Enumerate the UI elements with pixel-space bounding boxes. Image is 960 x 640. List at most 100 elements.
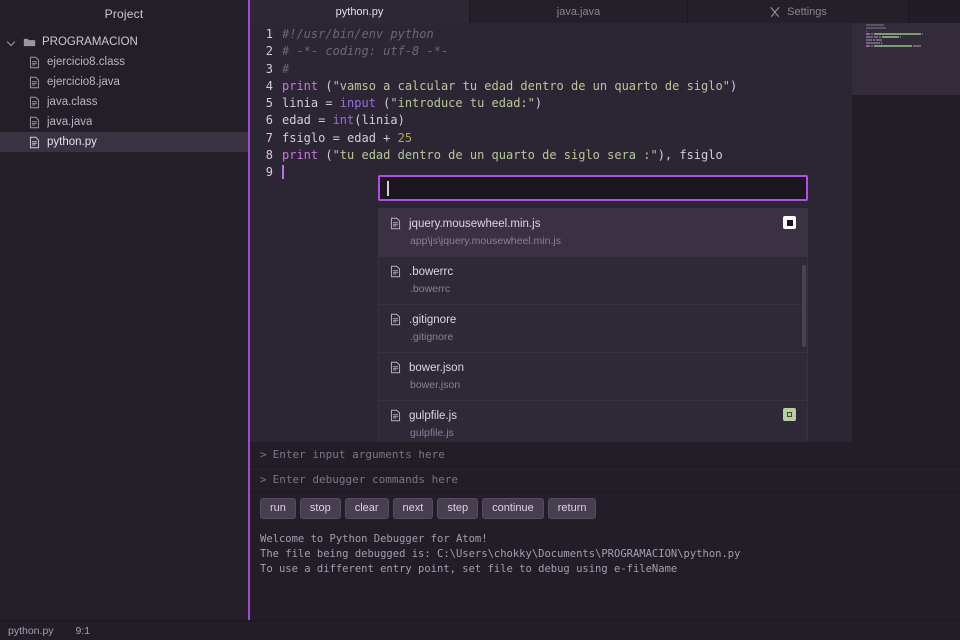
fuzzy-result-path: app\js\jquery.mousewheel.min.js: [410, 235, 561, 247]
code-editor[interactable]: 1 2 3 4 5 6 7 8 9 #!/usr/bin/env python #…: [250, 23, 960, 442]
code-token: print: [282, 148, 319, 163]
file-icon: [29, 56, 40, 68]
minimap-token: [866, 45, 871, 47]
fuzzy-result-name: .gitignore: [409, 313, 457, 326]
line-number: 6: [265, 113, 273, 128]
minimap-token: [872, 39, 876, 41]
tools-icon: [770, 6, 780, 17]
project-sidebar: Project PROGRAMACION ejercicio8.class ej…: [0, 0, 250, 620]
minimap-token: [921, 33, 923, 35]
minimap-token: [876, 39, 883, 41]
code-right-filler: [807, 23, 852, 442]
input-arguments-placeholder: Enter input arguments here: [272, 447, 445, 461]
fuzzy-result-main: bower.json: [389, 361, 797, 374]
minimap-token: [866, 39, 872, 41]
line-number-gutter: 1 2 3 4 5 6 7 8 9: [250, 26, 282, 182]
code-token: edad =: [282, 113, 333, 128]
fuzzy-result-item[interactable]: .bowerrc .bowerrc: [379, 257, 807, 305]
debugger-console-output: Welcome to Python Debugger for Atom! The…: [260, 533, 741, 575]
minimap-token: [880, 42, 883, 44]
file-status-badge[interactable]: [783, 216, 796, 229]
minimap-line: [866, 30, 960, 32]
tab-settings[interactable]: Settings: [688, 0, 909, 23]
tab-label: java.java: [556, 5, 601, 18]
continue-button[interactable]: continue: [482, 497, 544, 519]
sidebar-title: Project: [104, 7, 144, 21]
file-icon: [390, 409, 401, 422]
clear-button[interactable]: clear: [344, 497, 389, 519]
code-token: linia =: [282, 96, 340, 111]
status-filename[interactable]: python.py: [8, 625, 54, 637]
code-token: "vamso a calcular tu edad dentro de un q…: [332, 78, 730, 93]
minimap-line: [866, 45, 960, 47]
file-icon: [390, 313, 401, 326]
code-token: int: [332, 113, 355, 128]
line-number: 4: [265, 78, 273, 93]
return-button[interactable]: return: [547, 497, 597, 519]
input-arguments-row[interactable]: > Enter input arguments here: [250, 442, 960, 467]
fuzzy-finder-input-wrap[interactable]: [378, 175, 808, 201]
file-status-badge[interactable]: [783, 408, 796, 421]
tab-java-java[interactable]: java.java: [470, 0, 688, 23]
code-token: fsiglo = edad +: [282, 130, 398, 145]
minimap-token: [866, 33, 871, 35]
next-button[interactable]: next: [392, 497, 434, 519]
fuzzy-finder-results[interactable]: jquery.mousewheel.min.js app\js\jquery.m…: [378, 208, 808, 442]
minimap-line: [866, 39, 960, 41]
file-icon: [390, 217, 401, 230]
code-token: (: [375, 96, 391, 111]
prompt-icon: >: [260, 447, 267, 461]
debugger-commands-placeholder: Enter debugger commands here: [272, 472, 459, 486]
tree-item-python-py[interactable]: python.py: [0, 132, 248, 152]
prompt-icon: >: [260, 472, 267, 486]
fuzzy-result-path: gulpfile.js: [410, 427, 454, 439]
tree-root-programacion[interactable]: PROGRAMACION: [0, 32, 248, 52]
fuzzy-result-item[interactable]: jquery.mousewheel.min.js app\js\jquery.m…: [379, 209, 807, 257]
line-number: 5: [265, 96, 273, 111]
code-token: (: [318, 78, 333, 93]
debugger-button-row: run stop clear next step continue return: [250, 492, 960, 524]
minimap-line: [866, 24, 960, 26]
project-tree: PROGRAMACION ejercicio8.class ejercicio8…: [0, 30, 248, 152]
fuzzy-result-main: .bowerrc: [389, 265, 797, 278]
fuzzy-result-item[interactable]: gulpfile.js gulpfile.js: [379, 401, 807, 442]
fuzzy-result-item[interactable]: bower.json bower.json: [379, 353, 807, 401]
tree-item-ejercicio8-class[interactable]: ejercicio8.class: [0, 52, 248, 72]
fuzzy-result-item[interactable]: .gitignore .gitignore: [379, 305, 807, 353]
results-scrollbar[interactable]: [802, 265, 806, 347]
code-token: input: [339, 96, 376, 111]
minimap-token: [899, 36, 901, 38]
minimap-token: [871, 33, 873, 35]
fuzzy-finder-input[interactable]: [388, 181, 799, 195]
code-token: print: [282, 78, 319, 93]
code-token: #: [282, 61, 290, 76]
code-token: ), fsiglo: [657, 148, 723, 163]
stop-button[interactable]: stop: [299, 497, 341, 519]
tree-item-label: java.java: [47, 116, 93, 128]
tree-item-ejercicio8-java[interactable]: ejercicio8.java: [0, 72, 248, 92]
fuzzy-result-main: gulpfile.js: [389, 409, 797, 422]
file-icon: [29, 96, 40, 108]
minimap-token: [866, 24, 884, 26]
chevron-down-icon[interactable]: [8, 38, 17, 47]
tab-python-py[interactable]: python.py: [250, 0, 470, 23]
tree-item-java-class[interactable]: java.class: [0, 92, 248, 112]
minimap-line: [866, 42, 960, 44]
fuzzy-finder-panel: jquery.mousewheel.min.js app\js\jquery.m…: [378, 175, 808, 442]
tree-item-label: python.py: [47, 136, 97, 148]
tree-item-java-java[interactable]: java.java: [0, 112, 248, 132]
fuzzy-result-main: .gitignore: [389, 313, 797, 326]
fuzzy-result-name: .bowerrc: [409, 265, 454, 278]
debugger-commands-row[interactable]: > Enter debugger commands here: [250, 467, 960, 492]
code-minimap[interactable]: [852, 23, 960, 95]
tree-root-label: PROGRAMACION: [42, 36, 138, 48]
run-button[interactable]: run: [260, 497, 296, 519]
line-number: 8: [265, 148, 273, 163]
main-body: Project PROGRAMACION ejercicio8.class ej…: [0, 0, 960, 620]
line-number: 2: [265, 44, 273, 59]
step-button[interactable]: step: [437, 497, 479, 519]
code-token: (linia): [354, 113, 405, 128]
text-caret: [282, 165, 284, 180]
status-cursor-position[interactable]: 9:1: [76, 625, 91, 637]
fuzzy-result-main: jquery.mousewheel.min.js: [389, 217, 797, 230]
